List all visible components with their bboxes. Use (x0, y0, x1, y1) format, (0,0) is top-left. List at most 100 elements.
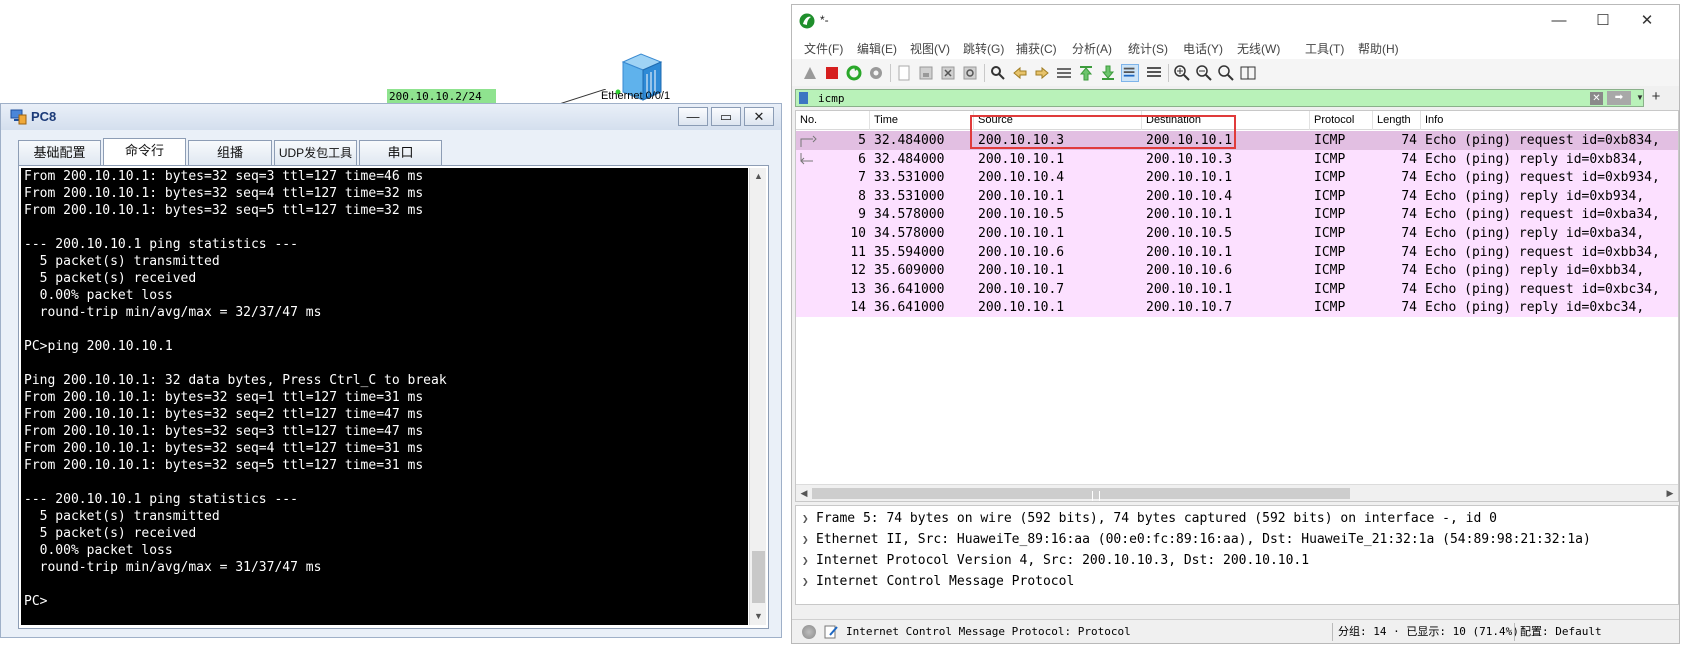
expand-arrow-icon[interactable]: ❯ (802, 550, 809, 571)
status-bar: Internet Control Message Protocol: Proto… (792, 619, 1679, 643)
wireshark-window: *- — ☐ ✕ 文件(F) 编辑(E) 视图(V) 跳转(G) 捕获(C) 分… (791, 4, 1680, 644)
go-back-icon[interactable] (1011, 64, 1029, 82)
detail-row-ethernet[interactable]: ❯ Ethernet II, Src: HuaweiTe_89:16:aa (0… (796, 529, 1676, 550)
ws-close-button[interactable]: ✕ (1625, 9, 1669, 33)
wireshark-titlebar[interactable]: *- — ☐ ✕ (792, 5, 1679, 37)
scroll-down-icon[interactable]: ▼ (750, 608, 767, 625)
expand-arrow-icon[interactable]: ❯ (802, 529, 809, 550)
scrollbar-thumb[interactable] (752, 551, 765, 603)
packet-row[interactable]: 12 35.609000 200.10.10.1 200.10.10.6 ICMP 74 E… (796, 261, 1678, 281)
terminal[interactable]: From 200.10.10.1: bytes=32 seq=3 ttl=127… (21, 168, 748, 625)
reload-icon[interactable] (961, 64, 979, 82)
terminal-output: From 200.10.10.1: bytes=32 seq=3 ttl=127… (24, 169, 447, 609)
packet-list-hscrollbar[interactable]: ◀ ▶ (796, 484, 1678, 501)
go-forward-icon[interactable] (1033, 64, 1051, 82)
scroll-left-icon[interactable]: ◀ (796, 485, 812, 501)
shark-fin-icon[interactable] (801, 64, 819, 82)
zoom-out-icon[interactable] (1195, 64, 1213, 82)
packet-row[interactable]: 6 32.484000 200.10.10.1 200.10.10.3 ICMP 74 Ec… (796, 149, 1678, 169)
detail-row-ipv4[interactable]: ❯ Internet Protocol Version 4, Src: 200.… (796, 550, 1676, 571)
close-button[interactable]: ✕ (744, 107, 774, 126)
column-header-no[interactable]: No. (796, 111, 870, 130)
menu-capture[interactable]: 捕获(C) (1016, 40, 1057, 57)
packet-cell-time: 36.641000 (874, 281, 945, 297)
menu-telephony[interactable]: 电话(Y) (1183, 40, 1223, 57)
packet-row[interactable]: 9 34.578000 200.10.10.5 200.10.10.1 ICMP 74 Ec… (796, 205, 1678, 225)
capture-status-icon[interactable] (802, 625, 816, 639)
detail-row-icmp[interactable]: ❯ Internet Control Message Protocol (796, 571, 1676, 592)
open-file-icon[interactable] (895, 64, 913, 82)
pc8-titlebar[interactable]: PC8 — ▭ ✕ (1, 104, 781, 130)
expand-arrow-icon[interactable]: ❯ (802, 571, 809, 592)
scroll-right-icon[interactable]: ▶ (1662, 485, 1678, 501)
save-file-icon[interactable] (917, 64, 935, 82)
display-filter-input[interactable] (818, 90, 1378, 107)
packet-cell-proto: ICMP (1314, 133, 1346, 148)
packet-cell-no: 12 (850, 263, 866, 279)
packet-row[interactable]: 7 33.531000 200.10.10.4 200.10.10.1 ICMP 74 Ec… (796, 168, 1678, 188)
pc8-title: PC8 (31, 109, 57, 124)
tab-udp-tool[interactable]: UDP发包工具 (274, 140, 357, 166)
menu-tools[interactable]: 工具(T) (1305, 40, 1344, 57)
menu-help[interactable]: 帮助(H) (1358, 40, 1399, 57)
column-header-time[interactable]: Time (870, 111, 974, 130)
expand-arrow-icon[interactable]: ❯ (802, 508, 809, 529)
close-file-icon[interactable] (939, 64, 957, 82)
status-profile[interactable]: 配置: Default (1520, 620, 1602, 644)
packet-row[interactable]: 14 36.641000 200.10.10.1 200.10.10.7 ICMP 74 E… (796, 298, 1678, 318)
clear-filter-icon[interactable]: ✕ (1590, 92, 1603, 105)
packet-cell-info: Echo (ping) reply id=0xb834, (1425, 151, 1645, 167)
terminal-scrollbar[interactable]: ▲ ▼ (749, 168, 766, 625)
zoom-in-icon[interactable] (1173, 64, 1191, 82)
zoom-normal-icon[interactable] (1217, 64, 1235, 82)
edit-comment-icon[interactable] (823, 624, 839, 640)
minimize-button[interactable]: — (678, 107, 708, 126)
packet-row[interactable]: 8 33.531000 200.10.10.1 200.10.10.4 ICMP 74 Ec… (796, 186, 1678, 206)
go-first-icon[interactable] (1077, 64, 1095, 82)
add-filter-button[interactable]: + (1649, 87, 1663, 107)
autoscroll-icon[interactable] (1121, 64, 1139, 82)
find-icon[interactable] (989, 64, 1007, 82)
go-last-icon[interactable] (1099, 64, 1117, 82)
packet-row[interactable]: 10 34.578000 200.10.10.1 200.10.10.5 ICMP 74 E… (796, 224, 1678, 243)
packet-row[interactable]: 11 35.594000 200.10.10.6 200.10.10.1 ICMP 74 E… (796, 242, 1678, 262)
tab-command-line[interactable]: 命令行 (103, 138, 186, 166)
packet-cell-len: 74 (1401, 151, 1417, 167)
packet-cell-info: Echo (ping) reply id=0xba34, (1425, 226, 1645, 241)
menu-statistics[interactable]: 统计(S) (1128, 40, 1168, 57)
ws-maximize-button[interactable]: ☐ (1581, 9, 1625, 33)
stop-icon[interactable] (823, 64, 841, 82)
filter-dropdown-icon[interactable]: ▼ (1635, 90, 1645, 106)
detail-row-frame[interactable]: ❯ Frame 5: 74 bytes on wire (592 bits), … (796, 508, 1676, 529)
maximize-button[interactable]: ▭ (711, 107, 741, 126)
hscrollbar-thumb[interactable] (812, 488, 1350, 501)
menu-file[interactable]: 文件(F) (804, 40, 843, 57)
packet-cell-src: 200.10.10.5 (978, 207, 1065, 223)
menu-analyze[interactable]: 分析(A) (1072, 40, 1112, 57)
column-header-length[interactable]: Length (1373, 111, 1421, 130)
menu-go[interactable]: 跳转(G) (963, 40, 1004, 57)
packet-row[interactable]: 13 36.641000 200.10.10.7 200.10.10.1 ICMP 74 E… (796, 279, 1678, 299)
status-field-info: Internet Control Message Protocol: Proto… (846, 625, 1131, 638)
restart-icon[interactable] (845, 64, 863, 82)
options-gear-icon[interactable] (867, 64, 885, 82)
apply-filter-icon[interactable]: ➡ (1607, 91, 1631, 105)
tab-multicast[interactable]: 组播 (188, 140, 272, 166)
menu-view[interactable]: 视图(V) (910, 40, 950, 57)
resize-columns-icon[interactable] (1239, 64, 1257, 82)
tab-serial[interactable]: 串口 (359, 140, 442, 166)
menu-edit[interactable]: 编辑(E) (857, 40, 897, 57)
bookmark-icon[interactable] (799, 92, 808, 104)
pc-icon (10, 109, 27, 125)
packet-row[interactable]: 5 32.484000 200.10.10.3 200.10.10.1 ICMP 74 Ec… (796, 131, 1678, 150)
colorize-icon[interactable] (1145, 64, 1163, 82)
tab-basic-config[interactable]: 基础配置 (18, 140, 101, 166)
menu-wireless[interactable]: 无线(W) (1237, 40, 1280, 57)
packet-list-header: No. Time Source Destination Protocol Len… (796, 111, 1678, 130)
scroll-up-icon[interactable]: ▲ (750, 168, 767, 185)
column-header-info[interactable]: Info (1421, 111, 1678, 130)
ws-minimize-button[interactable]: — (1537, 9, 1581, 33)
column-header-protocol[interactable]: Protocol (1310, 111, 1373, 130)
packet-cell-time: 35.594000 (874, 244, 945, 260)
go-to-packet-icon[interactable] (1055, 64, 1073, 82)
